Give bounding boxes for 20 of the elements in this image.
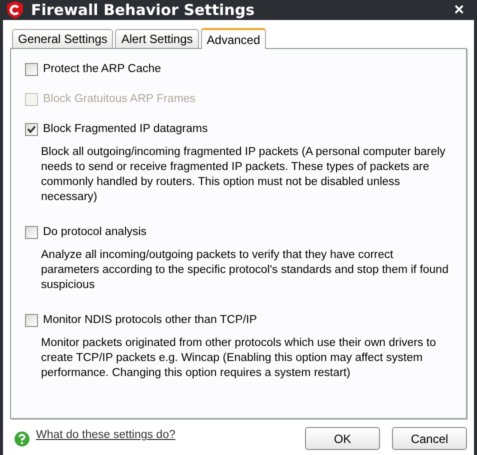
checkbox[interactable] — [25, 226, 38, 238]
option-description: Monitor packets originated from other protocols which use their own drivers to create TCP/IP packets e.g. Wincap (Enabling this option may affect system performance. Changing this option requires a system restart) — [41, 336, 438, 381]
help-link[interactable]: What do these settings do? — [36, 429, 293, 441]
close-button[interactable]: × — [450, 0, 468, 20]
checkbox-label[interactable]: Monitor NDIS protocols other than TCP/IP — [43, 314, 257, 326]
option-description: Block all outgoing/incoming fragmented IP packets (A personal computer barely needs to send or receive fragmented IP packets. These types of packets are commonly handled by routers. This option must not be disabled unless necessary) — [41, 145, 446, 205]
checkbox-label[interactable]: Protect the ARP Cache — [43, 63, 162, 75]
ok-button[interactable]: OK — [305, 427, 380, 450]
checkbox[interactable] — [25, 122, 38, 136]
checkbox-label[interactable]: Block Fragmented IP datagrams — [43, 123, 208, 135]
cancel-button[interactable]: Cancel — [392, 427, 467, 450]
checkbox-label[interactable]: Do protocol analysis — [43, 226, 147, 238]
option-description: Analyze all incoming/outgoing packets to verify that they have correct parameters according to the specific protocol's standards and stop them if found suspicious — [41, 248, 450, 293]
tab[interactable]: Advanced — [200, 28, 266, 49]
tab[interactable]: General Settings — [12, 29, 114, 48]
checkbox[interactable] — [25, 62, 38, 76]
tab[interactable]: Alert Settings — [115, 29, 199, 48]
checkbox[interactable] — [25, 314, 38, 326]
window-title: Firewall Behavior Settings — [31, 1, 256, 19]
help-icon — [14, 430, 30, 446]
